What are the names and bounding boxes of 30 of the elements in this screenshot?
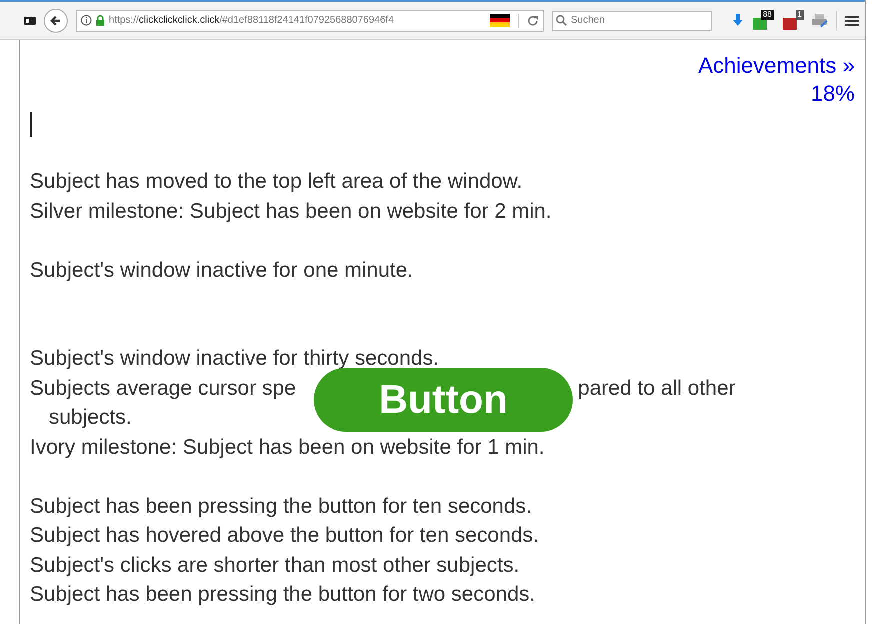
back-button[interactable]: [44, 8, 68, 32]
log-line: Subject's window inactive for one minute.: [30, 258, 414, 284]
percent-text: 18%: [810, 81, 855, 106]
flag-icon[interactable]: [490, 14, 510, 27]
sidebar-icon[interactable]: [24, 16, 36, 26]
extension-icon[interactable]: [782, 16, 798, 32]
back-arrow-icon[interactable]: [50, 14, 62, 26]
printer-icon[interactable]: [812, 14, 828, 28]
info-icon[interactable]: [81, 15, 92, 26]
log-text: Subjects average cursor spe: [30, 376, 296, 402]
badge-count: 1: [796, 10, 804, 20]
achievements-link[interactable]: Achievements »: [698, 53, 855, 78]
log-line: Subject has moved to the top left area of the window.: [30, 169, 524, 195]
log-line: Subject's clicks are shorter than most other subjects.: [30, 552, 521, 578]
download-icon[interactable]: [732, 14, 744, 27]
url-text[interactable]: https://clickclickclick.click/#d1ef88118f24141f07925688076946f4: [109, 13, 486, 28]
lock-icon[interactable]: [96, 15, 105, 26]
log-line: Subject has hovered above the button for ten seconds.: [30, 523, 540, 549]
log-line: Ivory milestone: Subject has been on website for 1 min.: [30, 434, 546, 460]
log-line: Subject has been pressing the button for ten seconds.: [30, 494, 534, 520]
menu-icon[interactable]: [845, 14, 859, 26]
reload-icon[interactable]: [527, 14, 539, 26]
search-field[interactable]: Suchen: [552, 10, 712, 30]
text-cursor: [30, 112, 32, 137]
address-bar[interactable]: https://clickclickclick.click/#d1ef88118f24141f07925688076946f4: [76, 10, 544, 32]
log-text: pared to all other: [578, 376, 736, 402]
log-line: Subject has been pressing the button for two seconds.: [30, 582, 536, 608]
log-text: subjects.: [49, 406, 132, 429]
log-line: Silver milestone: Subject has been on website for 2 min.: [30, 198, 553, 224]
badge-count: 88: [761, 10, 774, 20]
